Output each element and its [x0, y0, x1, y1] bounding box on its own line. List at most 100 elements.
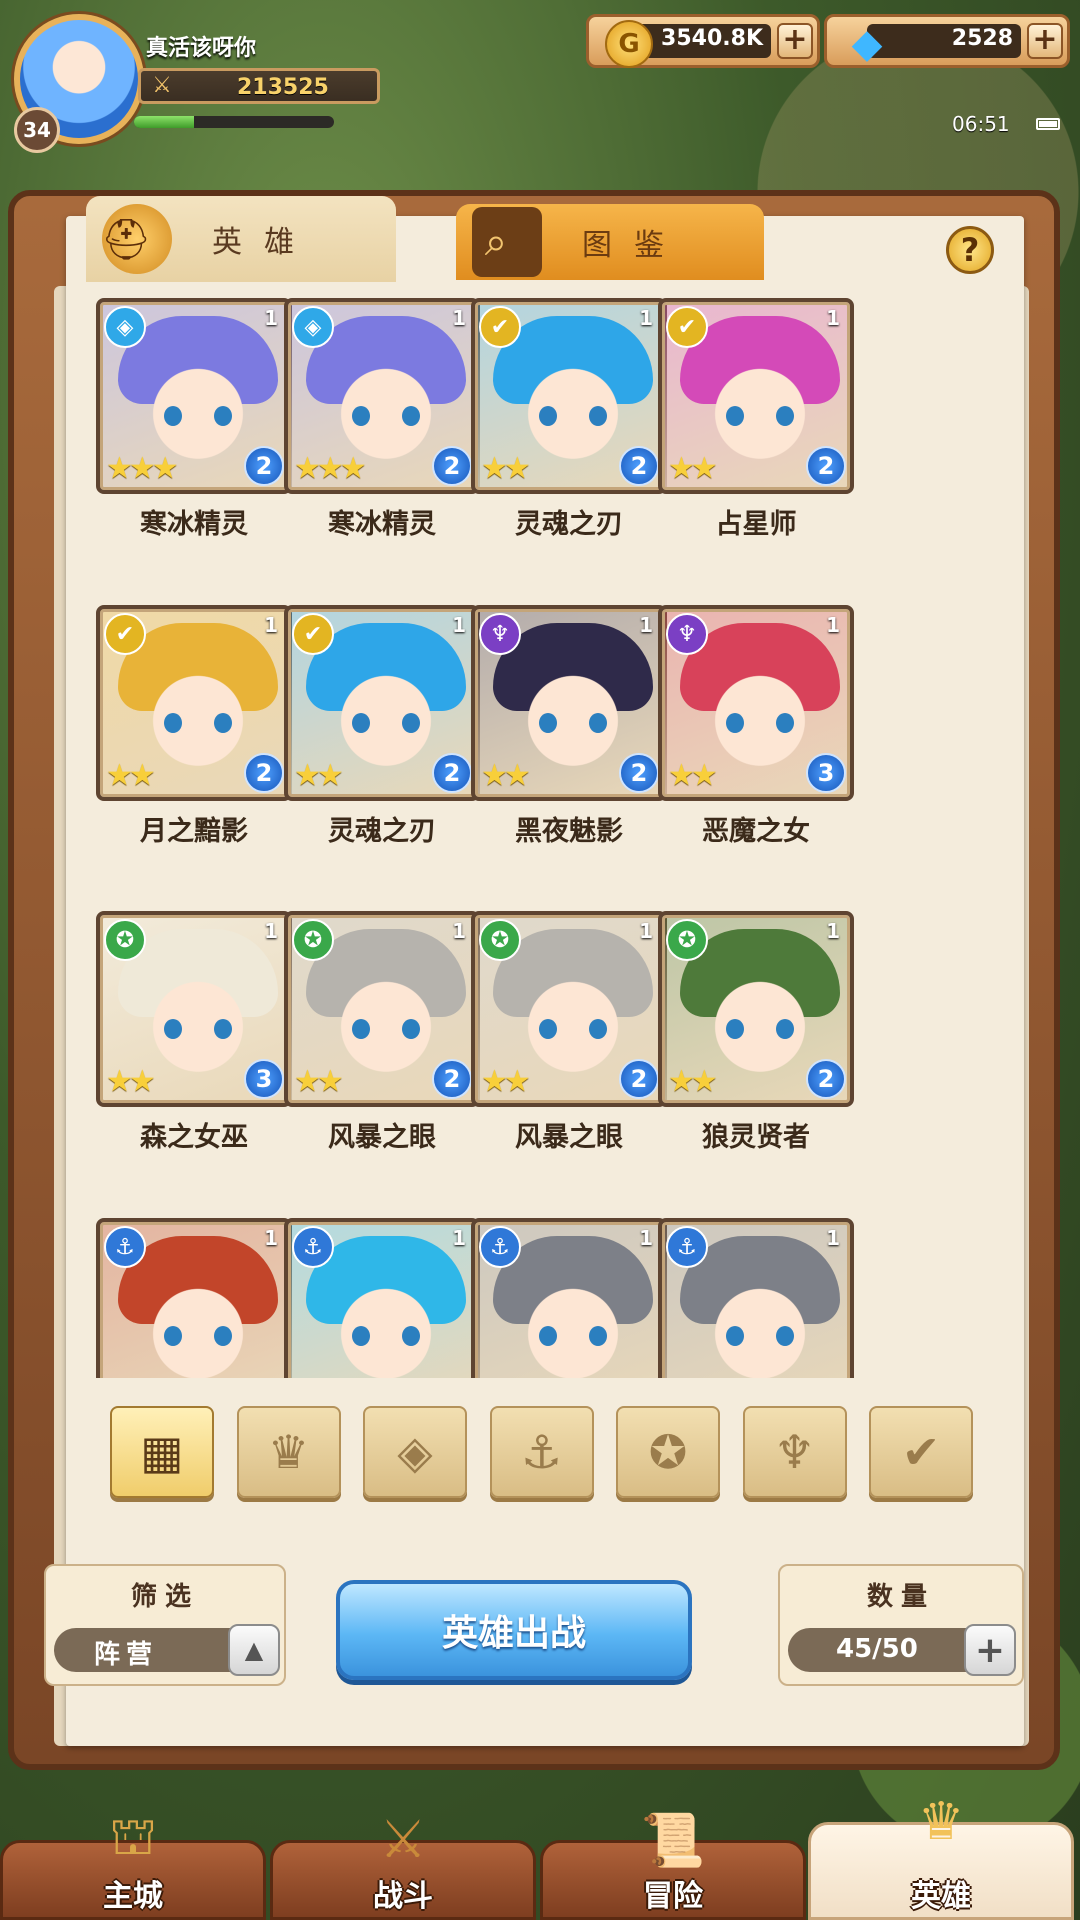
hero-rank-badge: 2	[619, 446, 659, 486]
hero-portrait[interactable]: ⚓ 1	[658, 1218, 854, 1378]
hero-rank-badge: 2	[432, 1059, 472, 1099]
hero-eyes	[344, 406, 428, 426]
hero-card[interactable]: ✪ 1 ★★ 3 森之女巫	[96, 911, 292, 1153]
hero-eyes	[531, 713, 615, 733]
player-name: 真活该呀你	[146, 36, 257, 61]
faction-filter-bar: ▦ ♛ ◈ ⚓ ✪ ♆ ✔	[110, 1406, 980, 1502]
hero-eyes	[718, 406, 802, 426]
hero-portrait[interactable]: ✪ 1 ★★ 2	[471, 911, 667, 1107]
crown-filter-button[interactable]: ♛	[236, 1406, 341, 1498]
hero-portrait[interactable]: ✪ 1 ★★ 2	[284, 911, 480, 1107]
hero-level: 1	[826, 1226, 840, 1250]
nav-item-3[interactable]: ♛ 英雄	[808, 1792, 1074, 1920]
hero-card[interactable]: ◈ 1 ★★★ 2 寒冰精灵	[96, 298, 292, 540]
hero-book-panel: ⌕ 图鉴 ⛑ 英雄 ? ◈ 1 ★★★ 2 寒冰精灵 ◈ 1 ★★★ 2 寒冰精…	[8, 190, 1060, 1770]
faction-icon: ⚓	[104, 1226, 146, 1268]
hero-portrait[interactable]: ♆ 1 ★★ 2	[471, 605, 667, 801]
hero-level: 1	[639, 919, 653, 943]
hero-portrait[interactable]: ⚓ 1	[471, 1218, 667, 1378]
filter-title: 筛选	[130, 1582, 199, 1612]
hero-card[interactable]: ♆ 1 ★★ 3 恶魔之女	[658, 605, 854, 847]
hero-portrait[interactable]: ✪ 1 ★★ 3	[96, 911, 292, 1107]
faction-select-value: 阵营	[94, 1640, 159, 1670]
exp-bar	[134, 116, 334, 128]
anchor-filter-button[interactable]: ⚓	[489, 1406, 594, 1498]
hero-portrait[interactable]: ♆ 1 ★★ 3	[658, 605, 854, 801]
add-gold-button[interactable]: +	[777, 23, 813, 59]
hero-rank-badge: 2	[806, 1059, 846, 1099]
faction-icon: ✪	[479, 919, 521, 961]
hero-count-box: 数量 45/50 +	[778, 1564, 1024, 1686]
all-filter-icon: ▦	[140, 1425, 184, 1479]
chevron-up-icon[interactable]: ▲	[228, 1624, 280, 1676]
hero-card[interactable]: ✪ 1 ★★ 2 狼灵贤者	[658, 911, 854, 1153]
hero-card[interactable]: ✔ 1 ★★ 2 月之黯影	[96, 605, 292, 847]
faction-select[interactable]: 阵营 ▲	[54, 1624, 280, 1676]
ice-filter-icon: ◈	[397, 1425, 433, 1479]
hero-card[interactable]: ⚓ 1	[284, 1218, 480, 1378]
hero-eyes	[718, 713, 802, 733]
hero-card[interactable]: ⚓ 1	[96, 1218, 292, 1378]
hero-face	[511, 1270, 635, 1378]
hero-stars: ★★	[481, 1064, 531, 1099]
all-filter-button[interactable]: ▦	[110, 1406, 214, 1498]
expand-capacity-button[interactable]: +	[964, 1624, 1016, 1676]
hero-portrait[interactable]: ✔ 1 ★★ 2	[471, 298, 667, 494]
add-gems-button[interactable]: +	[1027, 23, 1063, 59]
battery-icon	[1036, 118, 1060, 130]
demon-filter-button[interactable]: ♆	[742, 1406, 847, 1498]
hero-portrait[interactable]: ✔ 1 ★★ 2	[96, 605, 292, 801]
faction-icon: ♆	[479, 613, 521, 655]
hero-stars: ★★★	[294, 451, 367, 486]
nav-item-1[interactable]: ⚔ 战斗	[270, 1810, 536, 1920]
gem-counter: ◆ 2528 +	[824, 14, 1070, 68]
hero-stars: ★★★	[106, 451, 179, 486]
beast-filter-button[interactable]: ✪	[616, 1406, 720, 1498]
hero-eyes	[156, 1019, 240, 1039]
ice-filter-button[interactable]: ◈	[363, 1406, 467, 1498]
hero-rank-badge: 2	[432, 753, 472, 793]
hero-portrait[interactable]: ✔ 1 ★★ 2	[658, 298, 854, 494]
hero-eyes	[718, 1326, 802, 1346]
bottom-navigation: ⛫ 主城 ⚔ 战斗 📜 冒险 ♛ 英雄	[0, 1792, 1080, 1920]
hero-level: 1	[452, 613, 466, 637]
hero-rank-badge: 3	[244, 1059, 284, 1099]
hero-name: 狼灵贤者	[702, 1122, 810, 1153]
hero-portrait[interactable]: ⚓ 1	[284, 1218, 480, 1378]
hero-face	[136, 1270, 260, 1378]
faction-icon: ◈	[292, 306, 334, 348]
hero-rank-badge: 2	[432, 446, 472, 486]
hero-rank-badge: 2	[806, 446, 846, 486]
player-level-badge: 34	[14, 107, 60, 153]
combat-power-bar: ⚔ 213525	[138, 68, 380, 104]
hero-eyes	[531, 1326, 615, 1346]
deploy-heroes-button[interactable]: 英雄出战	[336, 1580, 692, 1680]
player-name-plate: 真活该呀你 ⚔ 213525	[128, 24, 398, 134]
help-button[interactable]: ?	[946, 226, 994, 274]
filter-box: 筛选 阵营 ▲	[44, 1564, 286, 1686]
faction-icon: ⚓	[292, 1226, 334, 1268]
faction-icon: ✪	[292, 919, 334, 961]
hero-portrait[interactable]: ✔ 1 ★★ 2	[284, 605, 480, 801]
hero-eyes	[531, 406, 615, 426]
hero-card[interactable]: ✔ 1 ★★ 2 占星师	[658, 298, 854, 540]
hero-portrait[interactable]: ⚓ 1	[96, 1218, 292, 1378]
hero-portrait[interactable]: ✪ 1 ★★ 2	[658, 911, 854, 1107]
hero-helmet-icon: ♛	[917, 1792, 965, 1852]
tab-codex[interactable]: ⌕ 图鉴	[456, 204, 764, 280]
hero-rank-badge: 2	[619, 753, 659, 793]
light-filter-button[interactable]: ✔	[869, 1406, 973, 1498]
hero-level: 1	[452, 1226, 466, 1250]
demon-filter-icon: ♆	[773, 1425, 816, 1479]
faction-icon: ✔	[104, 613, 146, 655]
hero-level: 1	[264, 919, 278, 943]
hero-card[interactable]: ⚓ 1	[658, 1218, 854, 1378]
hero-portrait[interactable]: ◈ 1 ★★★ 2	[284, 298, 480, 494]
nav-item-2[interactable]: 📜 冒险	[540, 1811, 806, 1920]
gem-value: 2528	[951, 26, 1013, 51]
hero-card[interactable]: ⚓ 1	[471, 1218, 667, 1378]
hero-portrait[interactable]: ◈ 1 ★★★ 2	[96, 298, 292, 494]
tab-heroes[interactable]: ⛑ 英雄	[86, 196, 396, 282]
crown-filter-icon: ♛	[267, 1425, 310, 1479]
nav-item-0[interactable]: ⛫ 主城	[0, 1807, 266, 1920]
